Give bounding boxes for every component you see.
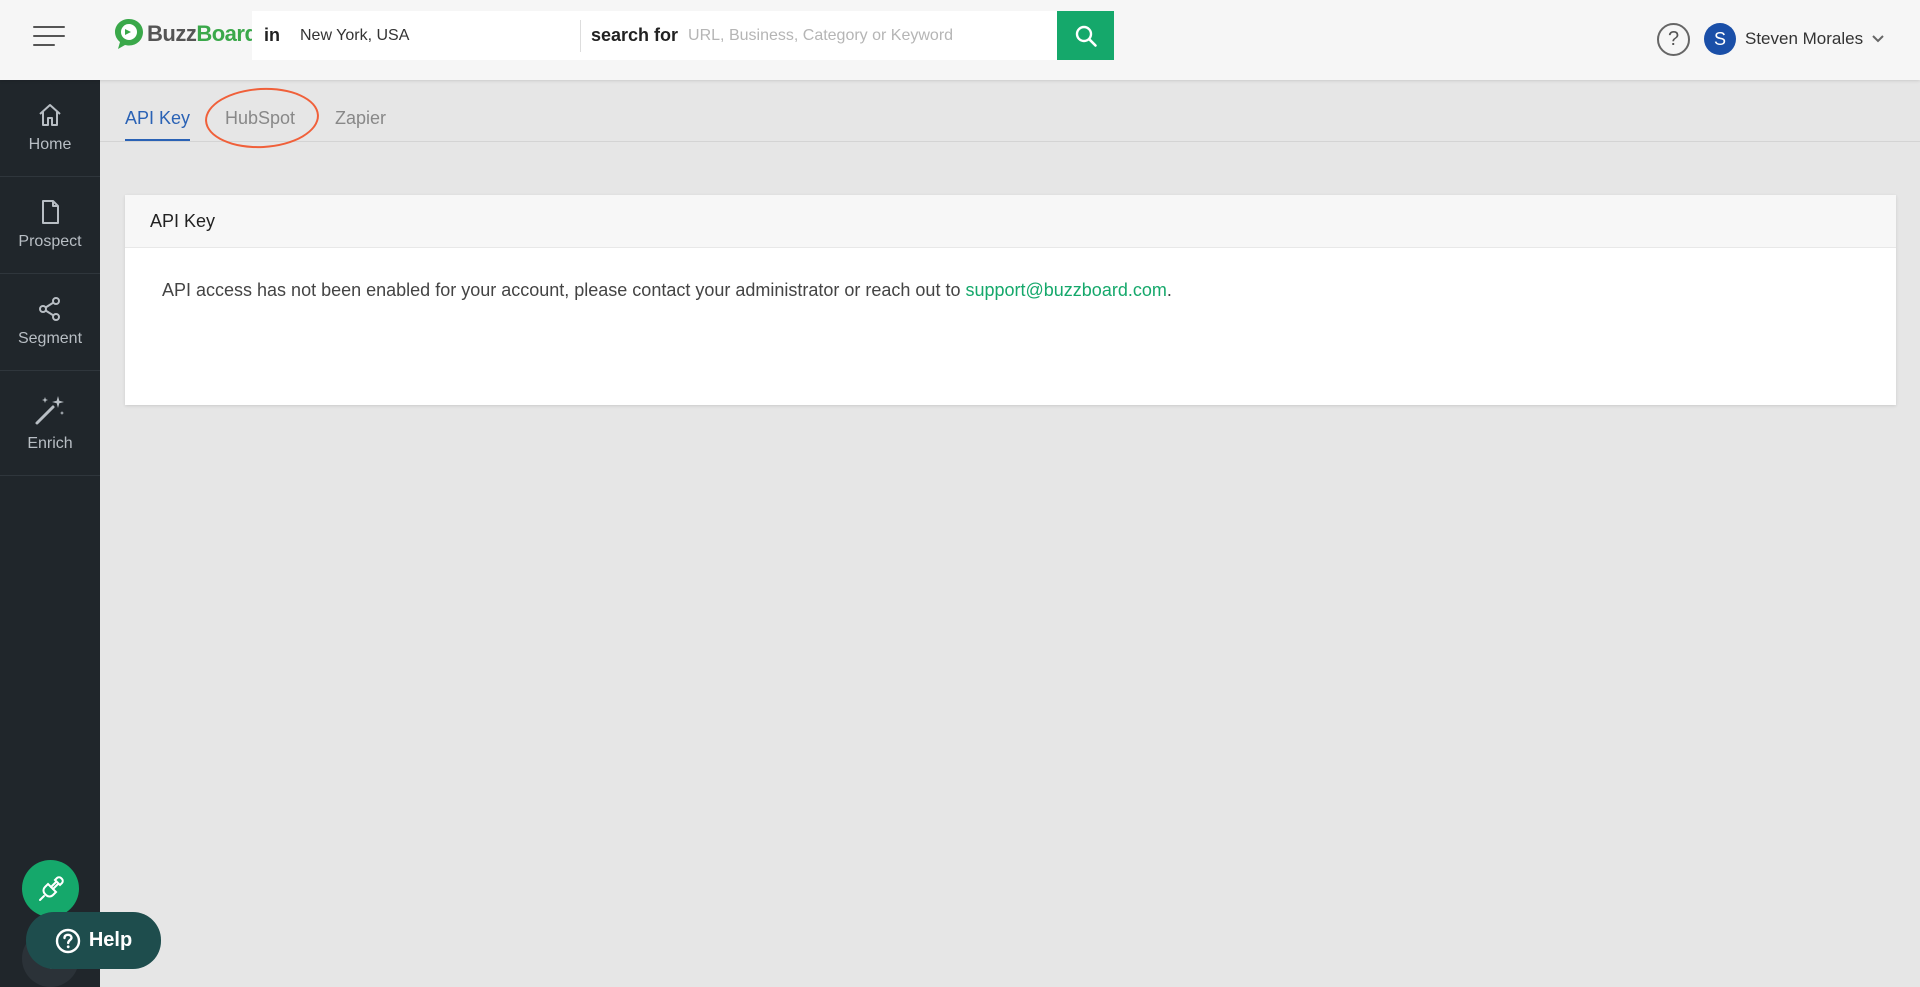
sidebar-item-label: Enrich (27, 435, 73, 452)
search-button[interactable] (1057, 11, 1114, 60)
top-bar: BuzzBoard in search for ? S Steven Moral… (0, 0, 1920, 80)
card-message: API access has not been enabled for your… (125, 248, 1896, 301)
integration-tabs: API Key HubSpot Zapier (100, 80, 1920, 142)
menu-icon[interactable] (33, 26, 65, 46)
api-key-card: API Key API access has not been enabled … (125, 195, 1896, 405)
plug-icon (38, 875, 64, 901)
sidebar-item-home[interactable]: Home (0, 80, 100, 177)
help-question-icon[interactable]: ? (1657, 23, 1690, 56)
tab-zapier[interactable]: Zapier (335, 108, 386, 139)
tab-hubspot[interactable]: HubSpot (225, 108, 295, 139)
magic-wand-icon (35, 396, 64, 425)
logo-buzz-text: Buzz (147, 21, 197, 46)
search-for-label: search for (591, 25, 679, 45)
message-text: API access has not been enabled for your… (162, 280, 966, 300)
chevron-down-icon (1872, 35, 1884, 43)
document-icon (42, 200, 59, 224)
integrations-fab-button[interactable] (22, 860, 79, 917)
support-email-link[interactable]: support@buzzboard.com (965, 280, 1166, 300)
sidebar-item-segment[interactable]: Segment (0, 274, 100, 371)
sidebar-item-label: Home (28, 136, 72, 153)
search-bar: in search for (252, 11, 1114, 60)
home-icon (39, 104, 61, 126)
sidebar: Home Prospect Segment Enrich (0, 80, 100, 987)
buzzboard-logo[interactable]: BuzzBoard (113, 16, 258, 52)
sidebar-item-prospect[interactable]: Prospect (0, 177, 100, 274)
location-input[interactable] (300, 26, 580, 45)
help-button-label: Help (88, 929, 133, 951)
card-title: API Key (125, 195, 1896, 248)
user-menu[interactable]: S Steven Morales (1704, 22, 1885, 56)
avatar: S (1704, 23, 1736, 55)
help-button[interactable]: Help (26, 912, 161, 969)
user-name: Steven Morales (1745, 29, 1864, 48)
in-label: in (264, 25, 280, 45)
message-suffix: . (1166, 280, 1172, 300)
sidebar-item-label: Segment (17, 330, 83, 347)
sidebar-item-enrich[interactable]: Enrich (0, 371, 100, 476)
chat-bubble-logo-icon (115, 19, 143, 49)
keyword-search-input[interactable] (688, 26, 1057, 45)
search-divider (580, 19, 581, 52)
sidebar-item-label: Prospect (18, 233, 82, 250)
question-circle-icon (55, 928, 81, 953)
logo-board-text: Board (196, 21, 258, 46)
segment-icon (39, 297, 60, 321)
tab-api-key[interactable]: API Key (125, 108, 191, 141)
search-icon (1075, 25, 1097, 47)
